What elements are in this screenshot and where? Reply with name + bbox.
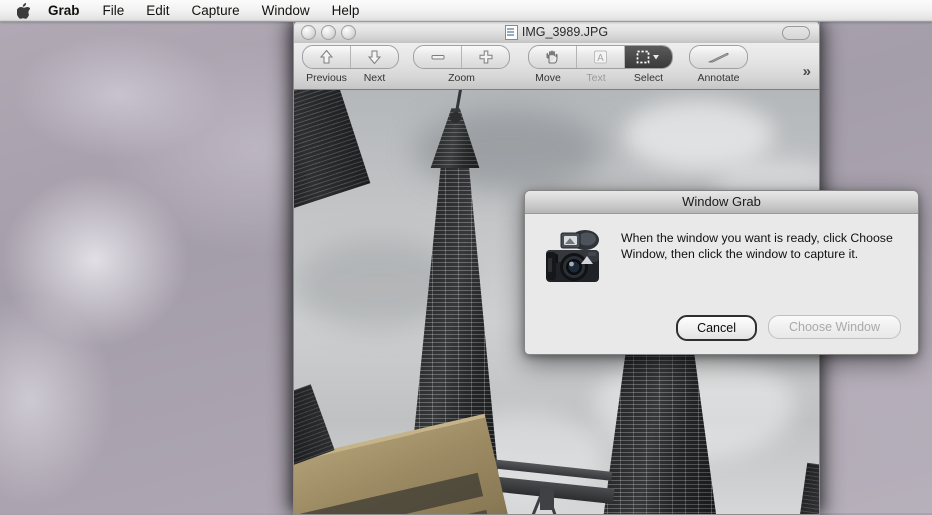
choose-window-button: Choose Window	[768, 315, 901, 339]
move-button[interactable]	[529, 46, 577, 68]
zoom-in-button[interactable]	[462, 46, 509, 68]
previous-button[interactable]	[303, 46, 351, 68]
toolbar-group-zoom: Zoom	[413, 45, 510, 84]
toolbar-group-annotate: Annotate	[689, 45, 748, 84]
toolbar-group-navigation: Previous Next	[302, 45, 399, 84]
window-toolbar: Previous Next Zoom	[293, 43, 820, 90]
move-button-label: Move	[524, 72, 572, 84]
dialog-button-row: Cancel Choose Window	[676, 315, 901, 341]
text-button-label: Text	[572, 72, 620, 84]
menu-item-edit[interactable]: Edit	[135, 0, 180, 21]
annotate-button[interactable]	[690, 46, 747, 68]
next-button-label: Next	[351, 72, 399, 84]
background-building	[799, 463, 820, 515]
zoom-group-label: Zoom	[414, 72, 509, 84]
menu-item-window[interactable]: Window	[251, 0, 321, 21]
select-button-label: Select	[620, 72, 677, 84]
cancel-button[interactable]: Cancel	[676, 315, 757, 341]
next-button[interactable]	[351, 46, 398, 68]
window-grab-dialog: Window Grab	[524, 190, 919, 355]
spire-ball	[450, 112, 461, 123]
menu-item-help[interactable]: Help	[321, 0, 371, 21]
cloud	[624, 100, 774, 170]
svg-text:A: A	[597, 53, 604, 64]
background-building	[293, 90, 370, 211]
toolbar-toggle-button[interactable]	[782, 26, 810, 40]
menu-item-file[interactable]: File	[92, 0, 136, 21]
menu-item-grab[interactable]: Grab	[36, 0, 92, 21]
text-button[interactable]: A	[577, 46, 625, 68]
dialog-body: When the window you want is ready, click…	[525, 214, 918, 290]
zoom-out-button[interactable]	[414, 46, 462, 68]
camera-icon	[541, 228, 607, 290]
previous-button-label: Previous	[303, 72, 351, 84]
select-button[interactable]	[625, 46, 672, 68]
annotate-button-label: Annotate	[690, 72, 748, 84]
window-title-bar[interactable]: IMG_3989.JPG	[293, 20, 820, 43]
window-title-text: IMG_3989.JPG	[522, 21, 608, 43]
menu-bar: Grab File Edit Capture Window Help	[0, 0, 932, 22]
dialog-message: When the window you want is ready, click…	[621, 228, 902, 290]
window-title: IMG_3989.JPG	[294, 21, 819, 43]
toolbar-overflow-icon[interactable]: »	[803, 63, 811, 80]
dialog-title: Window Grab	[525, 191, 918, 214]
document-icon	[505, 25, 518, 40]
apple-logo-icon[interactable]	[0, 3, 36, 19]
menu-item-capture[interactable]: Capture	[181, 0, 251, 21]
skybridge-hub	[540, 488, 554, 510]
toolbar-group-tools: A Move Text Select	[524, 45, 677, 84]
